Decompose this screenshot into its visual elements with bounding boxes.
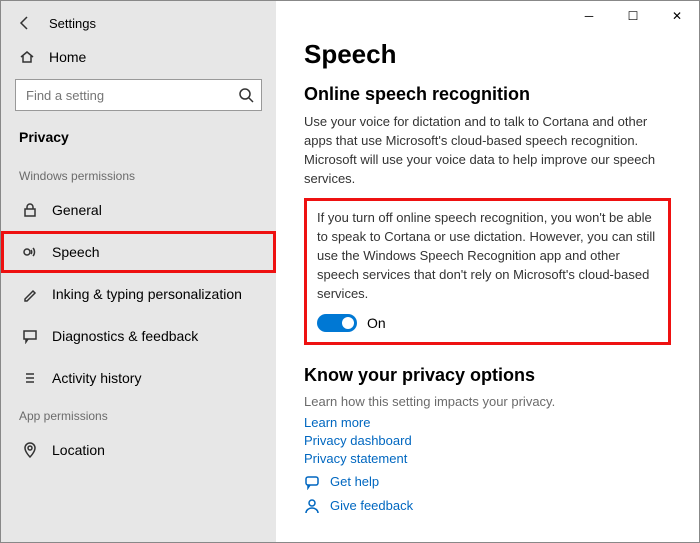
maximize-button[interactable]: ☐ (611, 1, 655, 31)
edit-icon (22, 286, 38, 302)
speech-icon (22, 244, 38, 260)
know-heading: Know your privacy options (304, 365, 671, 386)
link-learn-more[interactable]: Learn more (304, 415, 671, 430)
category-label: Privacy (1, 123, 276, 159)
close-button[interactable]: ✕ (655, 1, 699, 31)
lock-icon (22, 202, 38, 218)
give-feedback-row[interactable]: Give feedback (304, 498, 671, 514)
sidebar-item-speech[interactable]: Speech (1, 231, 276, 273)
sidebar: Settings Home Privacy Windows permission… (1, 1, 276, 542)
description-2: If you turn off online speech recognitio… (317, 209, 658, 303)
sidebar-item-inking[interactable]: Inking & typing personalization (1, 273, 276, 315)
get-help-row[interactable]: Get help (304, 474, 671, 490)
know-subtext: Learn how this setting impacts your priv… (304, 394, 671, 409)
chat-icon (304, 474, 320, 490)
search-input[interactable] (15, 79, 262, 111)
sidebar-item-diagnostics[interactable]: Diagnostics & feedback (1, 315, 276, 357)
page-title: Speech (304, 39, 671, 70)
description-1: Use your voice for dictation and to talk… (304, 113, 671, 188)
list-icon (22, 370, 38, 386)
online-speech-toggle[interactable] (317, 314, 357, 332)
window-title: Settings (49, 16, 96, 31)
minimize-button[interactable]: ─ (567, 1, 611, 31)
search-icon (238, 87, 254, 103)
feedback-icon (22, 328, 38, 344)
highlighted-section: If you turn off online speech recognitio… (304, 198, 671, 344)
toggle-state-label: On (367, 315, 386, 331)
link-privacy-dashboard[interactable]: Privacy dashboard (304, 433, 671, 448)
home-label: Home (49, 49, 86, 65)
titlebar: ─ ☐ ✕ (567, 1, 699, 31)
home-icon (19, 49, 35, 65)
section-heading: Online speech recognition (304, 84, 671, 105)
main-content: ─ ☐ ✕ Speech Online speech recognition U… (276, 1, 699, 542)
search-box[interactable] (15, 79, 262, 111)
person-icon (304, 498, 320, 514)
section-windows-permissions: Windows permissions (1, 159, 276, 189)
link-privacy-statement[interactable]: Privacy statement (304, 451, 671, 466)
section-app-permissions: App permissions (1, 399, 276, 429)
sidebar-item-activity[interactable]: Activity history (1, 357, 276, 399)
sidebar-item-general[interactable]: General (1, 189, 276, 231)
back-icon[interactable] (17, 15, 33, 31)
sidebar-item-location[interactable]: Location (1, 429, 276, 471)
location-icon (22, 442, 38, 458)
home-nav[interactable]: Home (1, 41, 276, 73)
